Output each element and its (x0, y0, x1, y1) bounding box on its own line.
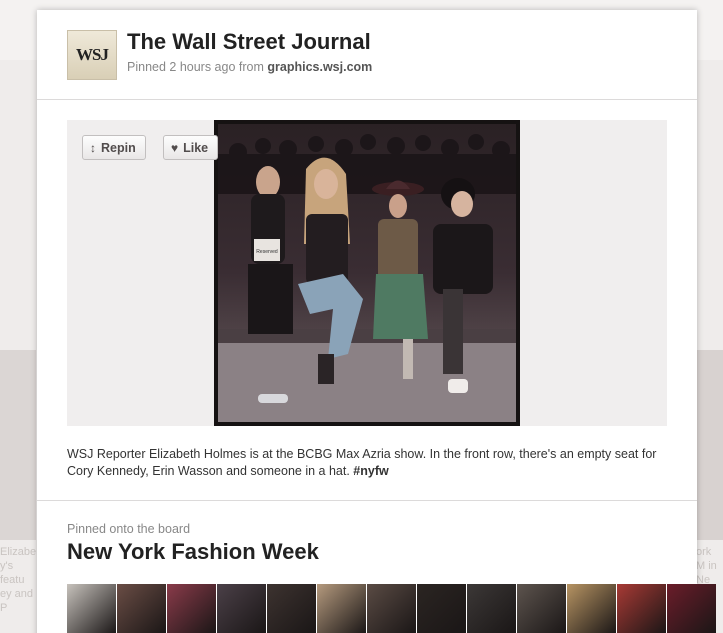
source-domain-link[interactable]: graphics.wsj.com (267, 60, 372, 74)
pinned-time-text: Pinned 2 hours ago from (127, 60, 268, 74)
board-thumbnail[interactable] (117, 584, 166, 633)
board-thumbnail[interactable] (317, 584, 366, 633)
pin-description: WSJ Reporter Elizabeth Holmes is at the … (67, 446, 667, 480)
reserved-placard-text: Reserved (256, 249, 278, 255)
repin-label: Repin (101, 140, 136, 155)
board-section: Pinned onto the board New York Fashion W… (37, 500, 716, 633)
board-thumbnail[interactable] (367, 584, 416, 633)
pin-closeup-card: WSJ The Wall Street Journal Pinned 2 hou… (37, 10, 716, 633)
board-thumbnail[interactable] (267, 584, 316, 633)
board-kicker: Pinned onto the board (67, 522, 191, 536)
pinner-name[interactable]: The Wall Street Journal (127, 29, 371, 55)
pin-photo[interactable]: Reserved (214, 120, 520, 426)
board-thumbnail[interactable] (217, 584, 266, 633)
board-thumbnail[interactable] (167, 584, 216, 633)
board-thumbnail[interactable] (667, 584, 716, 633)
board-thumbnails (67, 584, 716, 633)
background-text-left: Elizabeth y's featu ey and P (0, 546, 36, 614)
fashion-show-photo: Reserved (218, 124, 516, 422)
hashtag-link[interactable]: #nyfw (353, 464, 388, 478)
board-thumbnail[interactable] (517, 584, 566, 633)
heart-icon: ♥ (171, 140, 179, 155)
pinned-meta: Pinned 2 hours ago from graphics.wsj.com (127, 60, 372, 74)
board-thumbnail[interactable] (417, 584, 466, 633)
background-text-right: ork M in Ne (696, 546, 717, 586)
board-thumbnail[interactable] (467, 584, 516, 633)
board-thumbnail[interactable] (67, 584, 116, 633)
board-thumbnail[interactable] (617, 584, 666, 633)
pushpin-icon: ↕ (90, 140, 96, 155)
background-pin-right (696, 350, 723, 540)
like-button[interactable]: ♥ Like (163, 135, 219, 160)
pin-image-area: Reserved ↕ Repin ♥ Like (67, 120, 667, 426)
background-pin-left (0, 350, 36, 540)
pinner-avatar[interactable]: WSJ (67, 30, 117, 80)
like-label: Like (183, 140, 209, 155)
pin-header: WSJ The Wall Street Journal Pinned 2 hou… (37, 10, 697, 100)
board-name-link[interactable]: New York Fashion Week (67, 539, 319, 565)
board-thumbnail[interactable] (567, 584, 616, 633)
pinner-avatar-text: WSJ (76, 45, 109, 64)
repin-button[interactable]: ↕ Repin (82, 135, 146, 160)
